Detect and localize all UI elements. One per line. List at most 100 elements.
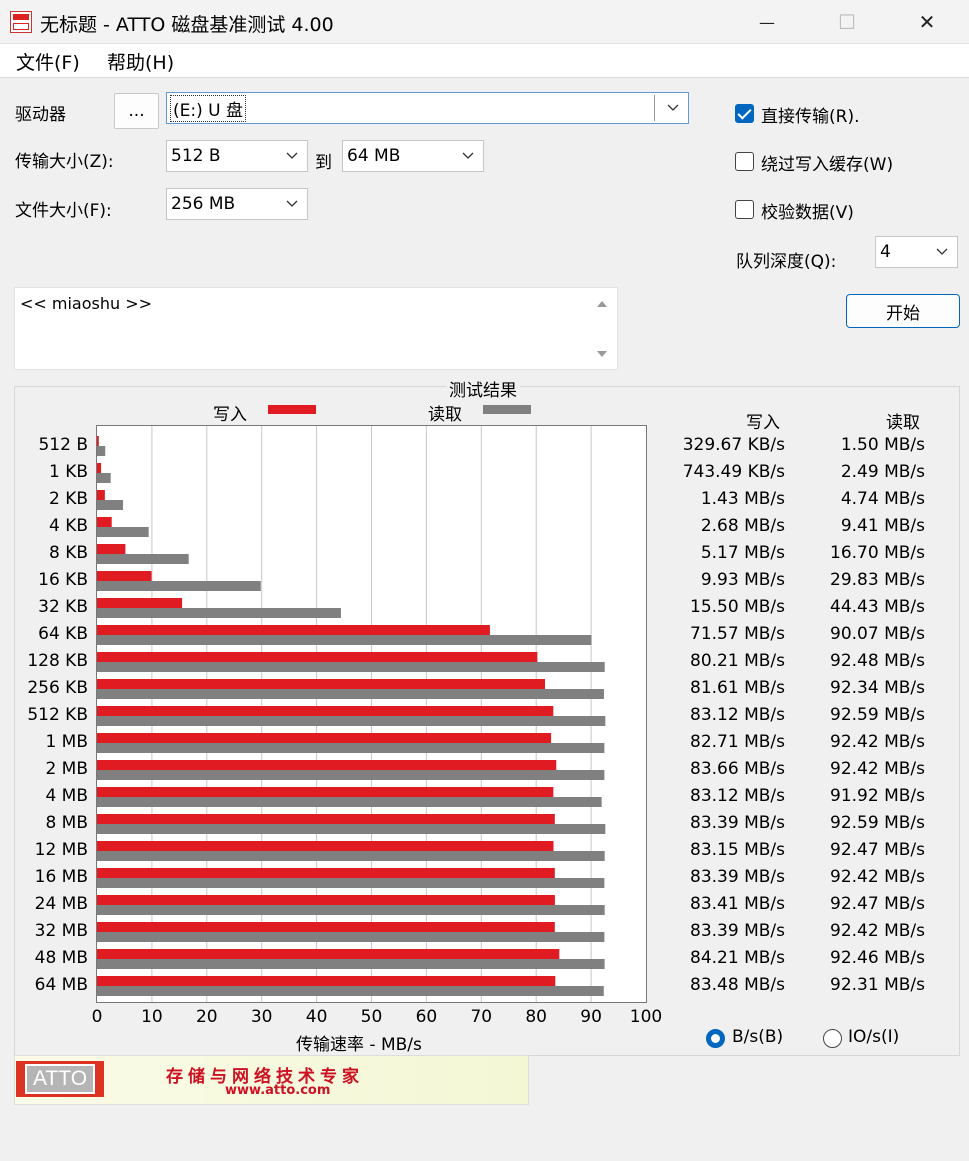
write-bar [97, 598, 183, 608]
category-label: 48 MB [34, 948, 88, 968]
category-label: 8 MB [45, 813, 88, 833]
read-value: 92.47 MB/s [830, 894, 925, 914]
category-label: 32 KB [38, 597, 88, 617]
read-bar [97, 662, 605, 672]
read-bar [97, 500, 124, 510]
read-bar [97, 959, 605, 969]
category-label: 4 MB [45, 786, 88, 806]
unit-io-label: IO/s(I) [848, 1027, 900, 1047]
category-label: 64 MB [34, 975, 88, 995]
read-bar [97, 446, 106, 456]
read-value: 92.42 MB/s [830, 759, 925, 779]
write-bar [97, 733, 552, 743]
write-bar [97, 949, 560, 959]
read-bar [97, 851, 605, 861]
category-label: 128 KB [27, 651, 88, 671]
x-tick-label: 100 [629, 1007, 663, 1027]
x-tick-label: 90 [580, 1007, 602, 1027]
read-value: 9.41 MB/s [840, 516, 925, 536]
read-value: 2.49 MB/s [840, 462, 925, 482]
read-bar [97, 473, 111, 483]
read-bar [97, 689, 604, 699]
read-value: 91.92 MB/s [830, 786, 925, 806]
write-value: 83.39 MB/s [690, 867, 785, 887]
read-value: 92.42 MB/s [830, 921, 925, 941]
write-bar [97, 706, 554, 716]
read-bar [97, 797, 602, 807]
read-bar [97, 608, 341, 618]
x-tick-label: 50 [360, 1007, 383, 1027]
write-bar [97, 814, 555, 824]
unit-bytes-radio[interactable] [706, 1029, 725, 1048]
write-value: 80.21 MB/s [690, 651, 785, 671]
write-bar [97, 787, 554, 797]
x-tick-label: 60 [415, 1007, 438, 1027]
category-label: 256 KB [27, 678, 88, 698]
category-label: 512 B [38, 435, 88, 455]
write-value: 84.21 MB/s [690, 948, 785, 968]
banner-url[interactable]: www.atto.com [225, 1083, 330, 1098]
write-value: 2.68 MB/s [700, 516, 785, 536]
read-value: 92.42 MB/s [830, 732, 925, 752]
write-bar [97, 436, 99, 446]
write-bar [97, 976, 556, 986]
read-bar [97, 932, 605, 942]
category-label: 8 KB [48, 543, 88, 563]
x-tick-label: 70 [470, 1007, 493, 1027]
read-bar [97, 905, 605, 915]
x-axis-label: 传输速率 - MB/s [296, 1035, 422, 1055]
category-label: 64 KB [38, 624, 88, 644]
x-tick-label: 40 [305, 1007, 328, 1027]
write-value: 83.66 MB/s [690, 759, 785, 779]
unit-bytes-option[interactable]: B/s(B) [706, 1027, 796, 1051]
unit-io-option[interactable]: IO/s(I) [823, 1027, 913, 1051]
write-value: 83.41 MB/s [690, 894, 785, 914]
read-value: 92.59 MB/s [830, 813, 925, 833]
unit-io-radio[interactable] [823, 1029, 842, 1048]
write-value: 83.39 MB/s [690, 813, 785, 833]
category-label: 2 KB [48, 489, 88, 509]
category-label: 1 MB [45, 732, 88, 752]
write-bar [97, 868, 555, 878]
read-value: 90.07 MB/s [830, 624, 925, 644]
x-tick-label: 10 [141, 1007, 163, 1027]
write-bar [97, 490, 105, 500]
read-bar [97, 770, 605, 780]
read-bar [97, 824, 606, 834]
read-bar [97, 743, 605, 753]
write-bar [97, 652, 538, 662]
read-bar [97, 554, 189, 564]
write-bar [97, 517, 112, 527]
atto-logo: ATTO [16, 1061, 104, 1097]
write-value: 1.43 MB/s [700, 489, 785, 509]
read-bar [97, 878, 605, 888]
read-value: 29.83 MB/s [830, 570, 925, 590]
read-value: 92.47 MB/s [830, 840, 925, 860]
category-label: 4 KB [48, 516, 88, 536]
write-value: 83.12 MB/s [690, 786, 785, 806]
read-value: 4.74 MB/s [840, 489, 925, 509]
write-bar [97, 922, 555, 932]
read-value: 92.48 MB/s [830, 651, 925, 671]
read-value: 92.46 MB/s [830, 948, 925, 968]
write-value: 83.48 MB/s [690, 975, 785, 995]
read-bar [97, 581, 261, 591]
read-bar [97, 635, 592, 645]
category-label: 16 KB [38, 570, 88, 590]
read-value: 44.43 MB/s [830, 597, 925, 617]
x-tick-label: 20 [195, 1007, 218, 1027]
write-bar [97, 625, 490, 635]
write-bar [97, 760, 557, 770]
read-value: 1.50 MB/s [840, 435, 925, 455]
read-value: 16.70 MB/s [830, 543, 925, 563]
write-value: 83.39 MB/s [690, 921, 785, 941]
category-label: 2 MB [45, 759, 88, 779]
read-bar [97, 986, 604, 996]
write-value: 743.49 KB/s [682, 462, 785, 482]
x-tick-label: 30 [250, 1007, 273, 1027]
write-bar [97, 679, 546, 689]
unit-bytes-label: B/s(B) [732, 1027, 784, 1047]
write-value: 81.61 MB/s [690, 678, 785, 698]
write-value: 15.50 MB/s [690, 597, 785, 617]
write-value: 329.67 KB/s [682, 435, 785, 455]
